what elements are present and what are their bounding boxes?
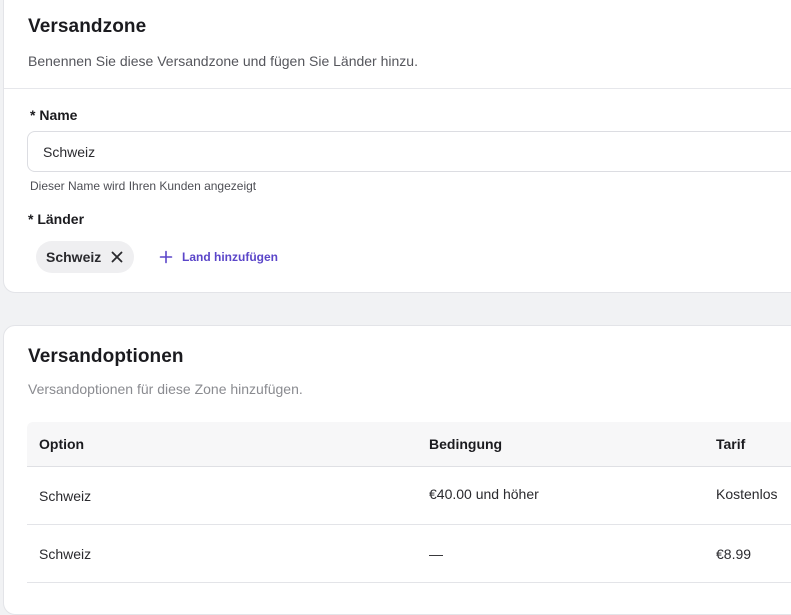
shipping-zone-card: Versandzone Benennen Sie diese Versandzo…	[3, 0, 791, 293]
zone-subtitle: Benennen Sie diese Versandzone und fügen…	[28, 53, 418, 69]
name-label: * Name	[30, 107, 78, 123]
close-icon[interactable]	[110, 250, 124, 264]
table-row[interactable]: Schweiz — €8.99	[27, 524, 791, 583]
table-row[interactable]: Schweiz €40.00 und höher Kostenlos	[27, 466, 791, 525]
country-chip: Schweiz	[36, 241, 134, 273]
rate-cell: Kostenlos	[716, 486, 778, 502]
country-chip-label: Schweiz	[46, 249, 102, 265]
option-cell: Schweiz	[39, 488, 92, 504]
add-country-label: Land hinzufügen	[182, 250, 278, 264]
options-table-header: Option Bedingung Tarif	[27, 422, 791, 467]
add-country-button[interactable]: Land hinzufügen	[159, 245, 278, 269]
countries-label: * Länder	[28, 211, 85, 227]
condition-cell: —	[429, 546, 443, 562]
shipping-options-card: Versandoptionen Versandoptionen für dies…	[3, 325, 791, 615]
options-title: Versandoptionen	[28, 346, 184, 367]
column-header-condition: Bedingung	[429, 436, 503, 452]
column-header-rate: Tarif	[716, 436, 746, 452]
rate-cell: €8.99	[716, 546, 752, 562]
plus-icon	[159, 250, 173, 264]
name-help-text: Dieser Name wird Ihren Kunden angezeigt	[30, 179, 257, 193]
zone-title: Versandzone	[28, 16, 147, 37]
zone-divider	[4, 88, 791, 89]
condition-cell: €40.00 und höher	[429, 486, 539, 502]
zone-name-input[interactable]	[27, 131, 791, 172]
options-subtitle: Versandoptionen für diese Zone hinzufüge…	[28, 381, 303, 397]
column-header-option: Option	[39, 436, 85, 452]
option-cell: Schweiz	[39, 546, 92, 562]
